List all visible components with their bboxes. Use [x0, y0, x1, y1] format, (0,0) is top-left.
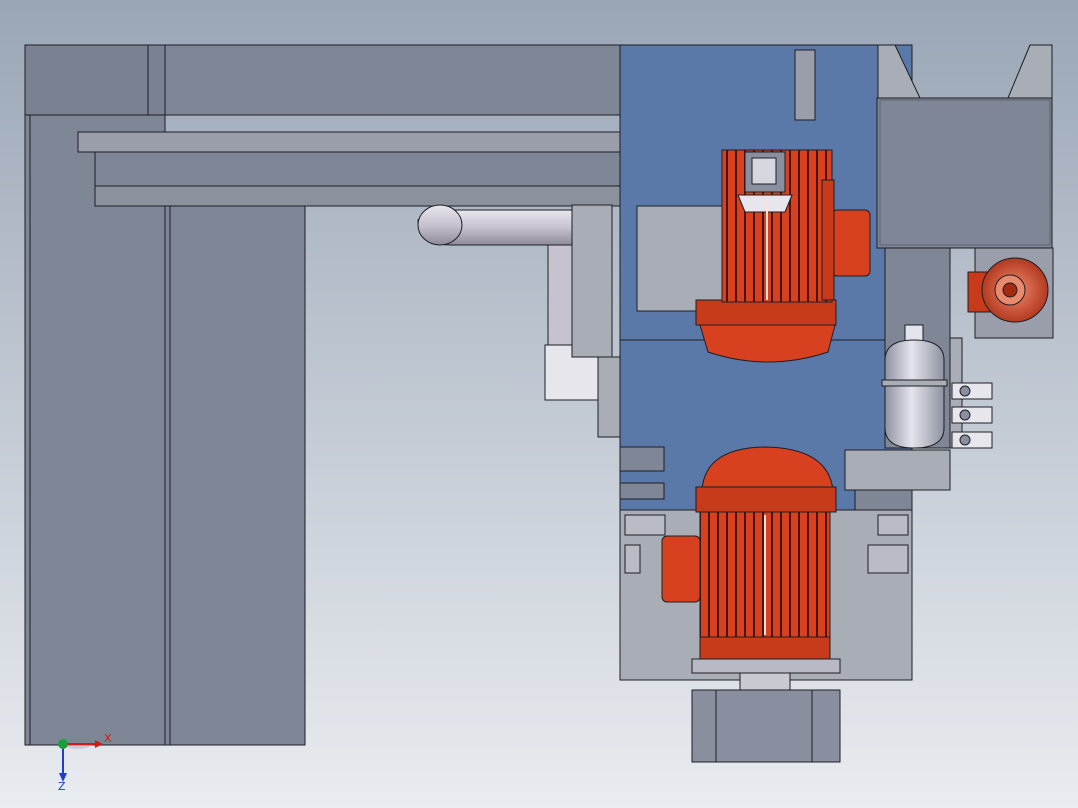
cad-viewport[interactable]: X Z — [0, 0, 1078, 808]
z-axis-label: Z — [58, 780, 66, 793]
x-axis-label: X — [104, 732, 112, 745]
assembly-drawing: X Z — [0, 0, 1078, 808]
